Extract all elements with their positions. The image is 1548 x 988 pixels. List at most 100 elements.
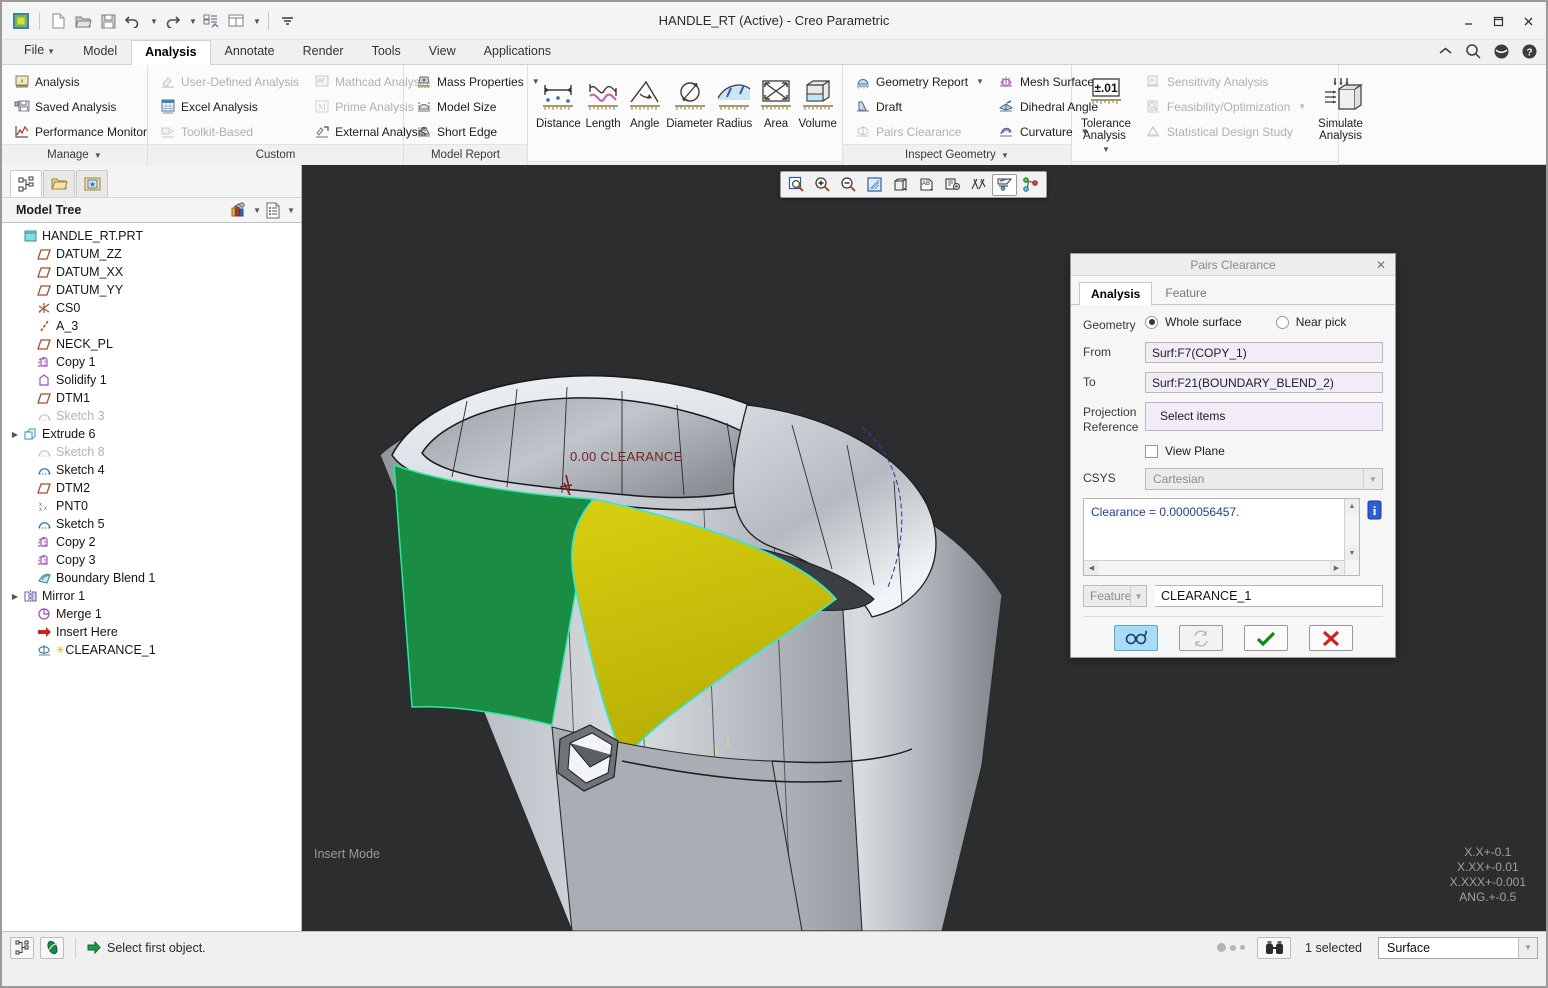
cancel-button[interactable]	[1308, 625, 1353, 651]
model-tree[interactable]: HANDLE_RT.PRT DATUM_ZZ DATUM_XX DATUM_YY…	[2, 223, 301, 931]
hscroll-left-icon[interactable]: ◀	[1084, 561, 1099, 575]
view-plane-checkbox-row[interactable]: View Plane	[1145, 444, 1383, 458]
graphics-viewport[interactable]: 0.00 CLEARANCE AB x x Insert Mode X.X+-0…	[302, 165, 1546, 931]
vscroll-down-icon[interactable]: ▼	[1345, 546, 1359, 560]
refit-icon[interactable]	[784, 174, 809, 196]
dialog-title-bar[interactable]: Pairs Clearance ✕	[1071, 254, 1395, 276]
tab-model[interactable]: Model	[69, 39, 131, 64]
measure-area-button[interactable]: Area	[756, 69, 797, 161]
appearance-gallery-icon[interactable]	[1018, 174, 1043, 196]
tab-file[interactable]: File ▼	[10, 38, 69, 64]
tree-item-sketch-4[interactable]: Sketch 4	[2, 461, 301, 479]
tree-item-boundary-blend-1[interactable]: Boundary Blend 1	[2, 569, 301, 587]
folder-browser-tab[interactable]	[43, 170, 75, 197]
feedback-icon[interactable]	[1493, 43, 1510, 60]
ribbon-item-saved-analysis[interactable]: Saved Analysis	[6, 94, 154, 119]
info-icon[interactable]: i	[1366, 500, 1383, 520]
tree-item-handle-rt-prt[interactable]: HANDLE_RT.PRT	[2, 227, 301, 245]
tree-item-pnt0[interactable]: xxx PNT0	[2, 497, 301, 515]
to-field[interactable]: Surf:F21(BOUNDARY_BLEND_2)	[1145, 372, 1383, 393]
favorites-tab[interactable]	[76, 170, 108, 197]
ribbon-item-geometry-report[interactable]: Geometry Report ▼	[847, 69, 991, 94]
feature-type-combo[interactable]: Feature ▼	[1083, 585, 1147, 607]
tab-annotate[interactable]: Annotate	[211, 39, 289, 64]
ribbon-group-inspect-title[interactable]: Inspect Geometry ▼	[843, 144, 1071, 165]
repaint-icon[interactable]	[862, 174, 887, 196]
tree-item-dtm1[interactable]: DTM1	[2, 389, 301, 407]
perspective-view-icon[interactable]	[992, 173, 1017, 196]
preview-button[interactable]	[1113, 625, 1158, 651]
datum-display-icon[interactable]: xx	[966, 174, 991, 196]
dialog-tab-analysis[interactable]: Analysis	[1079, 282, 1153, 305]
search-tool-icon[interactable]	[1257, 936, 1292, 959]
radio-whole-surface[interactable]: Whole surface	[1145, 315, 1242, 329]
ribbon-item-performance-monitor[interactable]: Performance Monitor	[6, 119, 154, 144]
tab-tools[interactable]: Tools	[358, 39, 415, 64]
measure-volume-button[interactable]: Volume	[797, 69, 838, 161]
tree-item-sketch-5[interactable]: Sketch 5	[2, 515, 301, 533]
tree-filters-button[interactable]: ▼	[227, 200, 263, 221]
ribbon-group-manage-title[interactable]: Manage ▼	[2, 144, 147, 165]
tree-item-sketch-3[interactable]: Sketch 3	[2, 407, 301, 425]
tree-item-copy-2[interactable]: Copy 2	[2, 533, 301, 551]
csys-combo[interactable]: Cartesian ▼	[1145, 468, 1383, 490]
tree-item-solidify-1[interactable]: Solidify 1	[2, 371, 301, 389]
display-style-icon[interactable]	[888, 174, 913, 196]
tab-analysis[interactable]: Analysis	[131, 40, 211, 65]
filter-chevron-down-icon[interactable]: ▼	[1518, 937, 1537, 958]
search-icon[interactable]	[1465, 43, 1482, 60]
view-plane-checkbox[interactable]	[1145, 444, 1158, 458]
result-box[interactable]: Clearance = 0.0000056457. ◀ ▶ ▲ ▼	[1083, 498, 1360, 576]
measure-length-button[interactable]: Length	[583, 69, 624, 161]
zoom-in-icon[interactable]	[810, 174, 835, 196]
measure-angle-button[interactable]: Angle	[624, 69, 665, 161]
pairs-clearance-dialog[interactable]: Pairs Clearance ✕ Analysis Feature Geome…	[1070, 253, 1396, 658]
tree-item-datum-xx[interactable]: DATUM_XX	[2, 263, 301, 281]
help-icon[interactable]: ?	[1521, 43, 1538, 60]
tab-view[interactable]: View	[415, 39, 470, 64]
model-tree-tab[interactable]	[10, 170, 42, 197]
measure-radius-button[interactable]: Radius	[714, 69, 755, 161]
ribbon-item-model-size[interactable]: Model Size	[408, 94, 547, 119]
ribbon-item-analysis[interactable]: x Analysis	[6, 69, 154, 94]
maximize-button[interactable]	[1490, 13, 1506, 29]
annotation-display-icon[interactable]: AB	[914, 174, 939, 196]
tree-expand-icon[interactable]: ▶	[8, 430, 22, 439]
hscroll-right-icon[interactable]: ▶	[1329, 561, 1344, 575]
collapse-ribbon-icon[interactable]	[1437, 43, 1454, 60]
tolerance-analysis-button[interactable]: ±.01 Tolerance Analysis ▼	[1080, 69, 1132, 161]
result-hscrollbar[interactable]: ◀ ▶	[1084, 560, 1344, 575]
ribbon-item-mass-properties[interactable]: Mass Properties ▼	[408, 69, 547, 94]
minimize-button[interactable]	[1460, 13, 1476, 29]
tree-item-datum-yy[interactable]: DATUM_YY	[2, 281, 301, 299]
ribbon-item-excel-analysis[interactable]: Excel Analysis	[152, 94, 306, 119]
saved-orientations-icon[interactable]	[940, 174, 965, 196]
measure-diameter-button[interactable]: Diameter	[666, 69, 713, 161]
tree-item-neck-pl[interactable]: NECK_PL	[2, 335, 301, 353]
from-field[interactable]: Surf:F7(COPY_1)	[1145, 342, 1383, 363]
ribbon-item-draft[interactable]: Draft	[847, 94, 991, 119]
csys-chevron-down-icon[interactable]: ▼	[1363, 469, 1382, 489]
tab-applications[interactable]: Applications	[470, 39, 565, 64]
tab-render[interactable]: Render	[289, 39, 358, 64]
feature-chevron-down-icon[interactable]: ▼	[1130, 586, 1146, 606]
tree-item-a3[interactable]: A_3	[2, 317, 301, 335]
feature-name-input[interactable]: CLEARANCE_1	[1155, 585, 1383, 607]
browser-toggle-icon[interactable]	[40, 936, 64, 959]
ribbon-item-short-edge[interactable]: Short Edge	[408, 119, 547, 144]
radio-whole-surface-button[interactable]	[1145, 315, 1158, 329]
tree-item-merge-1[interactable]: Merge 1	[2, 605, 301, 623]
tree-item-copy-3[interactable]: Copy 3	[2, 551, 301, 569]
tree-display-button[interactable]: ▼	[263, 200, 297, 221]
close-button[interactable]	[1520, 13, 1536, 29]
radio-near-pick[interactable]: Near pick	[1275, 315, 1346, 329]
tree-item-cs0[interactable]: z CS0	[2, 299, 301, 317]
measure-distance-button[interactable]: Distance	[535, 69, 582, 161]
tree-item-extrude-6[interactable]: ▶ Extrude 6	[2, 425, 301, 443]
vscroll-up-icon[interactable]: ▲	[1345, 499, 1359, 513]
model-tree-toggle-icon[interactable]	[10, 936, 34, 959]
tree-item-clearance-1[interactable]: ✳ CLEARANCE_1	[2, 641, 301, 659]
dialog-close-button[interactable]: ✕	[1374, 258, 1388, 272]
projection-reference-field[interactable]: Select items	[1145, 402, 1383, 431]
ok-button[interactable]	[1243, 625, 1288, 651]
